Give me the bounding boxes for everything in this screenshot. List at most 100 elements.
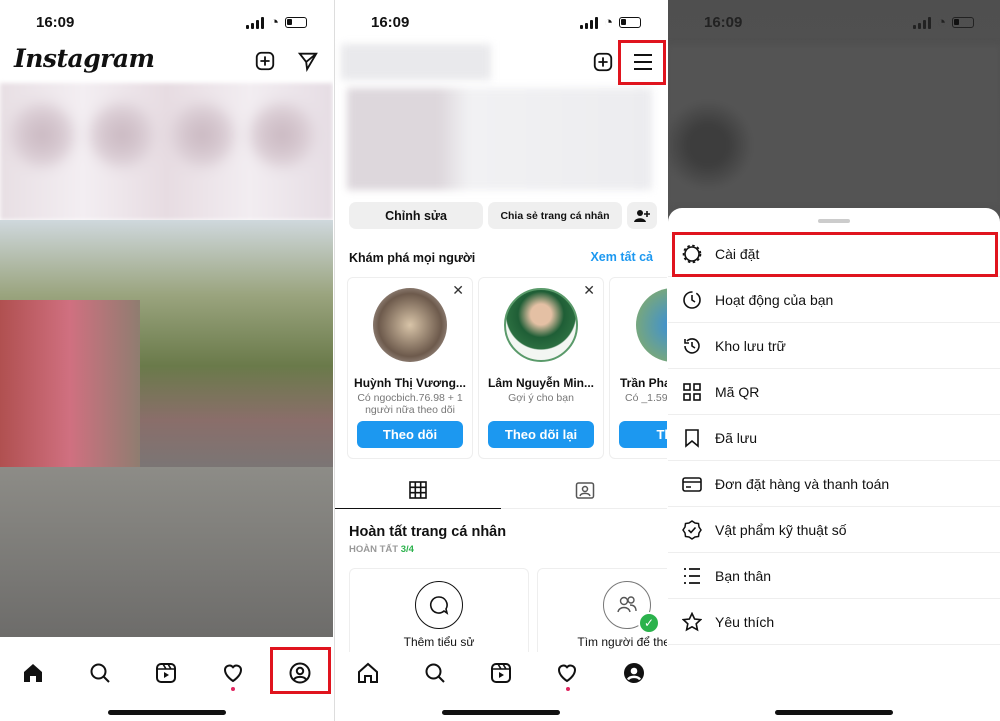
suggestion-name: Lâm Nguyễn Min...	[487, 376, 594, 390]
status-bar: 16:09 ◔	[0, 12, 333, 32]
star-icon	[668, 611, 714, 632]
home-icon[interactable]	[18, 658, 48, 688]
dismiss-icon[interactable]: ✕	[452, 282, 464, 299]
wifi-icon: ◔	[936, 14, 946, 31]
status-bar: 16:09 ◔	[668, 12, 1000, 32]
direct-message-icon[interactable]	[297, 50, 319, 72]
task-card-add-bio[interactable]: Thêm tiểu sử	[349, 568, 529, 652]
menu-item-label: Mã QR	[715, 383, 760, 400]
card-icon	[668, 474, 714, 494]
status-time: 16:09	[36, 14, 75, 31]
new-post-icon[interactable]	[592, 51, 614, 73]
signal-icon	[912, 16, 931, 29]
home-indicator	[442, 710, 560, 715]
highlight-settings-item	[672, 232, 998, 277]
wifi-icon: ◔	[603, 14, 613, 31]
bottom-nav	[335, 652, 667, 694]
feed-post-image[interactable]	[0, 220, 333, 637]
menu-item-6[interactable]: Đơn đặt hàng và thanh toán	[668, 461, 1000, 507]
signal-icon	[245, 16, 264, 29]
menu-item-label: Vật phẩm kỹ thuật số	[715, 521, 847, 538]
instagram-logo: Instagram	[14, 44, 155, 73]
menu-item-9[interactable]: Yêu thích	[668, 599, 1000, 645]
battery-icon	[619, 17, 641, 28]
stories-tray[interactable]	[0, 83, 333, 220]
complete-profile-title: Hoàn tất trang cá nhân	[349, 524, 507, 540]
status-time: 16:09	[371, 14, 410, 31]
dismiss-icon[interactable]: ✕	[583, 282, 595, 299]
home-indicator	[107, 710, 226, 715]
share-profile-button[interactable]: Chia sẻ trang cá nhân	[488, 202, 622, 229]
sheet-handle[interactable]	[818, 219, 850, 223]
wifi-icon: ◔	[269, 14, 279, 31]
menu-item-2[interactable]: Hoạt động của bạn	[668, 277, 1000, 323]
suggestion-name: Huỳnh Thị Vương...	[354, 376, 466, 390]
profile-screen: 16:09 ◔ Chỉnh sửa Chia sẻ trang cá nhân …	[334, 0, 667, 721]
people-icon: ✓	[603, 581, 660, 634]
menu-item-label: Yêu thích	[715, 613, 775, 630]
avatar	[504, 288, 578, 362]
feed-screen: 16:09 ◔ Instagram	[0, 0, 333, 721]
menu-item-4[interactable]: Mã QR	[668, 369, 1000, 415]
task-label: Tìm người để theo	[577, 635, 667, 649]
badge-check-icon	[668, 519, 714, 540]
home-icon[interactable]	[353, 658, 383, 688]
reels-icon[interactable]	[486, 658, 516, 688]
profile-header-blurred	[347, 88, 652, 190]
status-time: 16:09	[704, 14, 743, 31]
qr-icon	[668, 382, 714, 402]
suggestion-subtitle: Có ngocbich.76.98 + 1 người nữa theo dõi	[357, 392, 463, 416]
menu-item-label: Hoạt động của bạn	[715, 291, 834, 308]
bio-icon	[415, 581, 463, 629]
avatar	[636, 288, 667, 362]
heart-icon[interactable]	[218, 658, 248, 688]
battery-icon	[952, 17, 974, 28]
avatar	[373, 288, 447, 362]
tagged-icon	[575, 482, 594, 499]
edit-profile-button[interactable]: Chỉnh sửa	[349, 202, 483, 229]
tab-grid[interactable]	[335, 472, 501, 509]
suggestion-card[interactable]: ✕ Huỳnh Thị Vương... Có ngocbich.76.98 +…	[347, 277, 473, 459]
archive-icon	[668, 336, 714, 356]
follow-back-button[interactable]: Theo dõi lại	[488, 421, 594, 448]
notification-dot	[231, 687, 235, 691]
bookmark-icon	[668, 428, 714, 448]
task-label: Thêm tiểu sử	[403, 635, 475, 649]
tab-tagged[interactable]	[501, 472, 667, 509]
check-icon: ✓	[638, 612, 660, 634]
search-icon[interactable]	[85, 658, 115, 688]
menu-item-label: Bạn thân	[715, 567, 772, 584]
profile-icon[interactable]	[619, 658, 649, 688]
suggestion-subtitle: Có _1.59r nữa th	[625, 392, 667, 404]
task-card-find-people[interactable]: ✓ Tìm người để theo	[537, 568, 667, 652]
activity-icon	[668, 290, 714, 310]
suggestion-name: Trần Pha	[620, 376, 667, 390]
new-post-icon[interactable]	[254, 50, 276, 72]
notification-dot	[566, 687, 570, 691]
add-person-button[interactable]	[627, 202, 657, 229]
menu-item-label: Kho lưu trữ	[715, 337, 786, 354]
follow-button[interactable]: Theo	[619, 421, 667, 448]
signal-icon	[579, 16, 598, 29]
heart-icon[interactable]	[552, 658, 582, 688]
menu-sheet: Cài đặt Hoạt động của bạn Kho lưu trữ Mã QR…	[668, 208, 1000, 721]
highlight-profile-tab	[270, 647, 331, 694]
menu-item-7[interactable]: Vật phẩm kỹ thuật số	[668, 507, 1000, 553]
reels-icon[interactable]	[151, 658, 181, 688]
menu-item-3[interactable]: Kho lưu trữ	[668, 323, 1000, 369]
menu-item-label: Đơn đặt hàng và thanh toán	[715, 475, 890, 492]
menu-item-5[interactable]: Đã lưu	[668, 415, 1000, 461]
suggestion-subtitle: Gợi ý cho bạn	[508, 392, 574, 404]
close-friends-icon	[668, 566, 714, 586]
battery-icon	[285, 17, 307, 28]
see-all-link[interactable]: Xem tất cả	[590, 250, 653, 264]
complete-label: HOÀN TẤT	[349, 544, 399, 555]
suggestion-card[interactable]: Trần Pha Có _1.59r nữa th Theo	[609, 277, 667, 459]
menu-screen: 16:09 ◔ Cài đặt Hoạt động của bạn Kho lưu …	[668, 0, 1000, 721]
follow-button[interactable]: Theo dõi	[357, 421, 463, 448]
discover-people-title: Khám phá mọi người	[349, 251, 476, 265]
suggestion-card[interactable]: ✕ Lâm Nguyễn Min... Gợi ý cho bạn Theo d…	[478, 277, 604, 459]
home-indicator	[775, 710, 893, 715]
search-icon[interactable]	[420, 658, 450, 688]
menu-item-8[interactable]: Bạn thân	[668, 553, 1000, 599]
